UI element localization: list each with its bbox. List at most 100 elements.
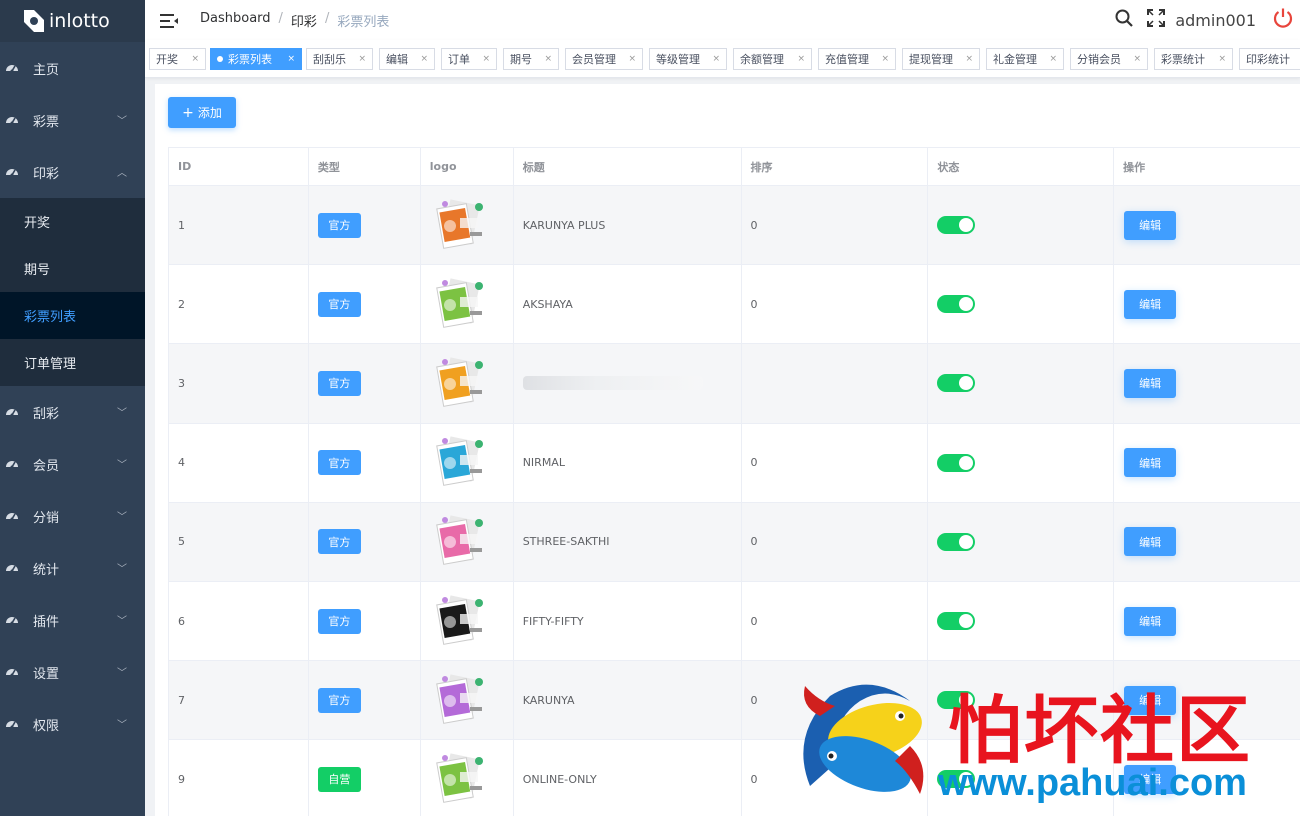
close-icon[interactable]: × [1218, 54, 1226, 64]
search-icon[interactable] [1115, 9, 1134, 31]
column-header-actions[interactable]: 操作 [1114, 148, 1300, 186]
sidebar-item-label: 权限 [33, 718, 60, 734]
table-row[interactable]: 1 官方 KARUNYA PLUS 0 编辑 [169, 186, 1300, 266]
fullscreen-icon[interactable] [1147, 9, 1166, 31]
status-toggle[interactable] [937, 532, 976, 551]
close-icon[interactable]: × [191, 54, 199, 64]
close-icon[interactable]: × [965, 54, 973, 64]
tag-item[interactable]: 礼金管理 × [986, 48, 1064, 70]
submenu-item[interactable]: 订单管理 [0, 339, 145, 386]
column-header-type[interactable]: 类型 [308, 148, 421, 186]
chevron-down-icon: ﹀ [117, 720, 127, 731]
close-icon[interactable]: × [482, 54, 490, 64]
close-icon[interactable]: × [1049, 54, 1057, 64]
submenu-item[interactable]: 期号 [0, 245, 145, 292]
edit-button[interactable]: 编辑 [1124, 527, 1177, 557]
tag-item[interactable]: 会员管理 × [565, 48, 643, 70]
tag-item[interactable]: 等级管理 × [649, 48, 727, 70]
column-header-status[interactable]: 状态 [928, 148, 1115, 186]
edit-button[interactable]: 编辑 [1124, 368, 1177, 398]
lottery-logo-image [430, 354, 488, 413]
cell-status [928, 344, 1115, 424]
sidebar-item[interactable]: 印彩 ︿ [0, 146, 145, 198]
breadcrumb-item[interactable]: 印彩 [291, 11, 317, 30]
table-row[interactable]: 3 官方 编辑 [169, 344, 1300, 424]
sidebar-item[interactable]: 会员 ﹀ [0, 438, 145, 490]
close-icon[interactable]: × [420, 54, 428, 64]
submenu-item[interactable]: 开奖 [0, 198, 145, 245]
tag-label: 充值管理 [825, 53, 869, 66]
tag-item[interactable]: 开奖 × [149, 48, 206, 70]
cell-sort: 0 [741, 581, 929, 662]
breadcrumb-separator: / [278, 10, 283, 26]
sidebar-item[interactable]: 彩票 ﹀ [0, 94, 145, 146]
lottery-title: STHREE-SAKTHI [522, 535, 610, 549]
sidebar-item-label: 刮彩 [33, 406, 60, 422]
close-icon[interactable]: × [712, 54, 720, 64]
column-header-title[interactable]: 标题 [513, 148, 742, 186]
add-button[interactable]: + 添加 [168, 97, 236, 128]
cell-title: NIRMAL [513, 423, 742, 503]
hamburger-icon[interactable] [160, 13, 178, 28]
tag-item[interactable]: 余额管理 × [733, 48, 812, 70]
brand-logo[interactable]: inlotto [0, 0, 145, 42]
type-badge: 官方 [317, 370, 361, 396]
username[interactable]: admin001 [1175, 11, 1256, 30]
lottery-logo-image [430, 196, 488, 255]
sidebar-item[interactable]: 主页 [0, 42, 145, 94]
edit-button[interactable]: 编辑 [1124, 606, 1177, 636]
status-toggle[interactable] [937, 612, 976, 631]
table-row[interactable]: 5 官方 STHREE-SAKTHI 0 编辑 [169, 502, 1300, 582]
cell-sort: 0 [741, 186, 929, 266]
sidebar-item[interactable]: 分销 ﹀ [0, 490, 145, 542]
column-header-id[interactable]: ID [169, 148, 309, 186]
sidebar-menu: 主页 彩票 ﹀ 印彩 ︿ 开奖 期号 彩票列表 订单管理 刮彩 ﹀ 会员 ﹀ 分销 ﹀ 统计 ﹀ 插件 ﹀ 设置 ﹀ 权限… [0, 42, 145, 750]
close-icon[interactable]: × [287, 54, 295, 64]
sidebar-item[interactable]: 刮彩 ﹀ [0, 386, 145, 438]
tag-item[interactable]: 订单 × [441, 48, 497, 70]
power-icon[interactable] [1272, 7, 1294, 33]
cell-actions: 编辑 [1114, 503, 1300, 582]
edit-button[interactable]: 编辑 [1124, 210, 1177, 240]
tag-item[interactable]: 彩票统计 × [1154, 48, 1233, 70]
tag-item[interactable]: 分销会员 × [1070, 48, 1148, 70]
status-toggle[interactable] [937, 295, 976, 314]
sidebar-item[interactable]: 权限 ﹀ [0, 698, 145, 750]
lottery-logo-image [430, 592, 488, 651]
tag-label: 彩票统计 [1161, 53, 1205, 66]
active-dot-icon [217, 56, 223, 62]
sidebar-item[interactable]: 设置 ﹀ [0, 646, 145, 698]
close-icon[interactable]: × [544, 54, 552, 64]
type-badge: 官方 [317, 212, 361, 238]
table-row[interactable]: 2 官方 AKSHAYA 0 编辑 [169, 265, 1300, 345]
close-icon[interactable]: × [628, 54, 636, 64]
tag-item[interactable]: 编辑 × [379, 48, 435, 70]
submenu-item[interactable]: 彩票列表 [0, 292, 145, 339]
tag-item[interactable]: 充值管理 × [818, 48, 896, 70]
edit-button[interactable]: 编辑 [1124, 448, 1177, 478]
column-header-logo[interactable]: logo [420, 148, 514, 186]
sidebar-item[interactable]: 插件 ﹀ [0, 594, 145, 646]
status-toggle[interactable] [937, 216, 976, 235]
status-toggle[interactable] [937, 374, 976, 393]
tag-item[interactable]: 彩票列表 × [210, 48, 302, 70]
dashboard-icon [5, 165, 19, 179]
status-toggle[interactable] [937, 453, 976, 472]
tag-item[interactable]: 印彩统计 [1239, 48, 1300, 70]
chevron-down-icon: ﹀ [117, 564, 127, 575]
breadcrumb-item[interactable]: Dashboard [200, 11, 271, 30]
lottery-logo-image [430, 433, 488, 492]
close-icon[interactable]: × [797, 54, 805, 64]
tag-item[interactable]: 期号 × [503, 48, 559, 70]
tag-item[interactable]: 提现管理 × [902, 48, 980, 70]
close-icon[interactable]: × [358, 54, 366, 64]
edit-button[interactable]: 编辑 [1124, 289, 1177, 319]
table-row[interactable]: 4 官方 NIRMAL 0 编辑 [169, 423, 1300, 503]
tag-item[interactable]: 刮刮乐 × [306, 48, 373, 70]
table-row[interactable]: 6 官方 FIFTY-FIFTY 0 编辑 [169, 581, 1300, 662]
close-icon[interactable]: × [1133, 54, 1141, 64]
close-icon[interactable]: × [881, 54, 889, 64]
column-header-sort[interactable]: 排序 [741, 148, 929, 186]
sidebar-item[interactable]: 统计 ﹀ [0, 542, 145, 594]
dashboard-icon [5, 405, 19, 419]
